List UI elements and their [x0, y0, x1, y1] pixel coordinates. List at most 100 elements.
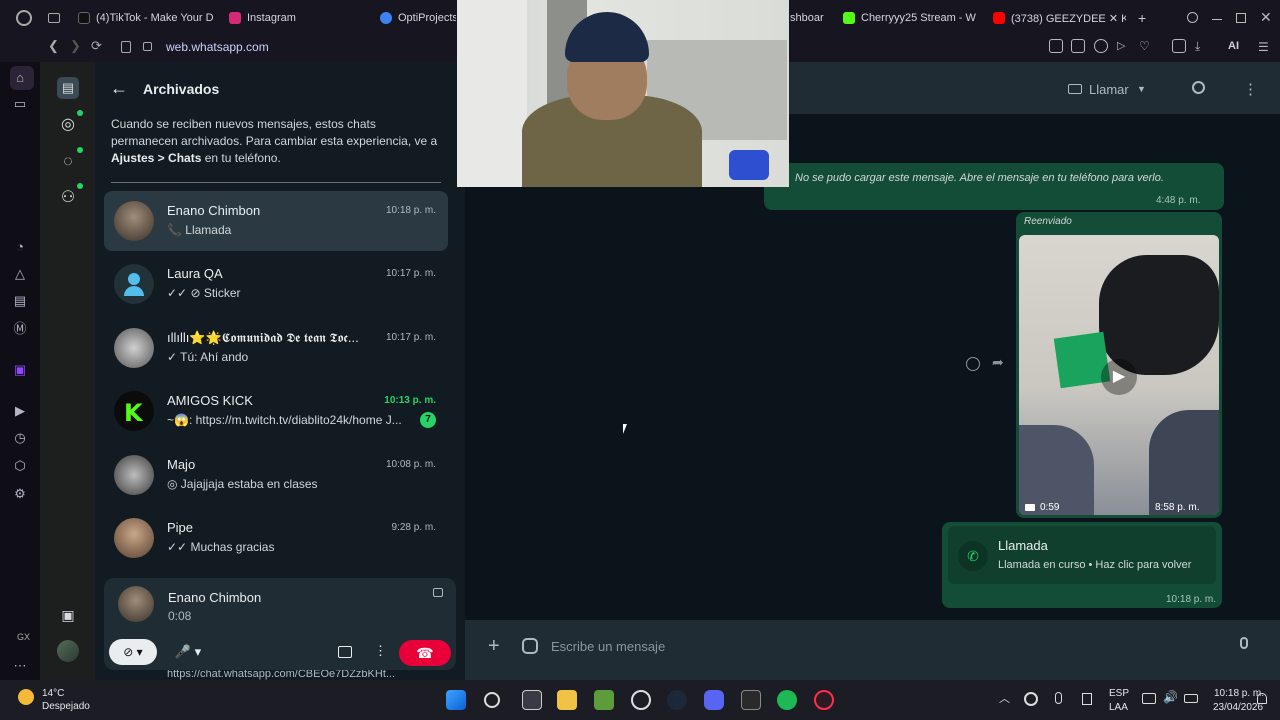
chat-name: AMIGOS KICK	[167, 393, 253, 408]
channels-icon[interactable]: ◌	[57, 151, 79, 173]
gaming-icon[interactable]: ▭	[12, 96, 28, 112]
message-bubble[interactable]	[764, 163, 1224, 210]
wallet-icon[interactable]	[1172, 39, 1186, 53]
notification-bell-icon[interactable]	[1257, 693, 1267, 704]
emoji-react-icon[interactable]	[966, 357, 980, 371]
tab-youtube[interactable]: (3738) GEEZYDEE ✕ KI	[993, 8, 1126, 28]
pin-icon[interactable]	[1049, 39, 1063, 53]
aria-icon[interactable]: ◔	[12, 239, 28, 255]
message-input[interactable]: Escribe un mensaje	[551, 639, 665, 654]
twitch-icon[interactable]: ▣	[12, 362, 28, 378]
opera-active-icon[interactable]	[814, 690, 834, 710]
opera-gx-taskbar-icon[interactable]	[631, 690, 651, 710]
battery-icon[interactable]	[1184, 694, 1198, 703]
chat-preview: ✓ Tú: Ahí ando	[167, 350, 249, 364]
microphone-icon[interactable]	[1240, 637, 1248, 649]
new-tab-icon[interactable]: +	[1138, 10, 1146, 26]
minecraft-icon[interactable]	[594, 690, 614, 710]
call-more-icon[interactable]: ⋮	[374, 643, 387, 659]
task-view-icon[interactable]	[522, 690, 542, 710]
status-icon[interactable]: ◎	[57, 114, 79, 136]
notes-icon[interactable]: ▤	[12, 293, 28, 309]
minimize-icon[interactable]	[1212, 19, 1222, 20]
discord-icon[interactable]	[704, 690, 724, 710]
volume-icon[interactable]: 🔊	[1163, 690, 1178, 704]
spotify-icon[interactable]	[777, 690, 797, 710]
network-icon[interactable]	[1142, 693, 1156, 704]
extensions-icon[interactable]: ⬡	[12, 458, 28, 474]
avatar	[114, 518, 154, 558]
history-icon[interactable]: ◷	[12, 430, 28, 446]
forward-nav-icon[interactable]: ❯	[70, 38, 81, 54]
epic-games-icon[interactable]	[741, 690, 761, 710]
flow-icon[interactable]: △	[12, 266, 28, 282]
more-icon[interactable]: ⋯	[12, 658, 28, 674]
settings-icon[interactable]: ⚙	[12, 486, 28, 502]
language-indicator[interactable]: ESP	[1109, 688, 1129, 699]
avatar	[114, 264, 154, 304]
chat-row-amigos-kick[interactable]: K AMIGOS KICK 10:13 p. m. ~😱: https://m.…	[104, 381, 448, 441]
chat-row-majo[interactable]: Majo 10:08 p. m. ◎ Jajajjaja estaba en c…	[104, 445, 448, 505]
sticker-emoji-icon[interactable]	[522, 638, 538, 654]
chat-row-laura[interactable]: Laura QA 10:17 p. m. ✓✓ ⊘ Sticker	[104, 254, 448, 314]
snapshot-icon[interactable]	[1071, 39, 1085, 53]
opera-logo-icon[interactable]	[16, 10, 32, 26]
tab-optiprojects[interactable]: OptiProjects	[380, 8, 456, 28]
kebab-menu-icon[interactable]: ⋮	[1243, 80, 1258, 98]
communities-icon[interactable]: ⚇	[57, 187, 79, 209]
search-icon[interactable]	[1192, 81, 1205, 94]
windows-start-icon[interactable]	[446, 690, 466, 710]
camera-off-button[interactable]: ⊘ ▾	[109, 639, 157, 665]
screen-share-icon[interactable]	[338, 646, 352, 658]
messenger-icon[interactable]: Ⓜ	[12, 321, 28, 337]
menu-icon[interactable]: ☰	[1258, 40, 1269, 54]
weather-icon[interactable]	[18, 689, 34, 705]
tray-mic-icon[interactable]	[1055, 692, 1062, 704]
call-dropdown[interactable]: Llamar	[1089, 82, 1129, 97]
chevron-up-icon[interactable]: ︿	[999, 690, 1010, 706]
chats-icon[interactable]: ▤	[57, 77, 79, 99]
tab-kick-stream[interactable]: Cherryyy25 Stream - W	[843, 8, 976, 28]
reload-icon[interactable]: ⟳	[91, 38, 102, 54]
webcam-overlay[interactable]	[457, 0, 789, 187]
heart-icon[interactable]: ♡	[1139, 39, 1153, 53]
play-icon[interactable]: ▶	[1101, 359, 1137, 395]
player-icon[interactable]: ▷	[1117, 39, 1131, 53]
chat-row-pipe[interactable]: Pipe 9:28 p. m. ✓✓ Muchas gracias	[104, 508, 448, 568]
maximize-icon[interactable]	[1236, 13, 1246, 23]
adblock-icon[interactable]	[1094, 39, 1108, 53]
media-icon[interactable]: ▣	[57, 604, 79, 626]
file-explorer-icon[interactable]	[557, 690, 577, 710]
chat-row-comunidad[interactable]: ıllıllı⭐🌟𝕮𝖔𝖒𝖚𝖓𝖎𝖉𝖆𝖉 𝕯𝖊 𝖙𝖊𝖆𝖓 𝕿𝖔𝖈... 10:17 …	[104, 318, 448, 378]
search-tabs-icon[interactable]	[1187, 12, 1198, 23]
forward-icon[interactable]: ➦	[992, 354, 1004, 371]
video-call-icon[interactable]	[1068, 84, 1082, 94]
download-icon[interactable]: ⤓	[1195, 39, 1209, 53]
player-sidebar-icon[interactable]: ▶	[12, 403, 28, 419]
tab-instagram[interactable]: Instagram	[229, 8, 359, 28]
tab-tiktok[interactable]: (4)TikTok - Make Your D	[78, 8, 213, 28]
tab-dashboard[interactable]: shboar	[790, 8, 830, 28]
clock-date[interactable]: 23/04/2026	[1213, 702, 1263, 713]
url-field[interactable]: web.whatsapp.com	[166, 40, 269, 54]
video-duration: 0:59	[1040, 502, 1060, 513]
profile-avatar[interactable]	[57, 640, 79, 662]
tray-app-icon[interactable]	[1024, 692, 1038, 706]
end-call-button[interactable]: ☎	[399, 640, 451, 666]
steam-icon[interactable]	[667, 690, 687, 710]
mic-button[interactable]: 🎤 ▾	[166, 639, 210, 665]
tray-usb-icon[interactable]	[1082, 693, 1092, 705]
call-message-card[interactable]	[948, 526, 1216, 584]
close-window-icon[interactable]: ✕	[1260, 9, 1272, 26]
back-arrow-icon[interactable]: ←	[110, 78, 128, 99]
back-nav-icon[interactable]: ❮	[48, 38, 59, 54]
page-icon[interactable]	[121, 41, 131, 53]
keyboard-layout[interactable]: LAA	[1109, 702, 1128, 713]
search-taskbar-icon[interactable]	[484, 692, 500, 708]
tab-overview-icon[interactable]	[48, 13, 60, 23]
attach-plus-icon[interactable]: +	[488, 635, 500, 658]
ai-button[interactable]: AI	[1228, 40, 1239, 52]
home-glyph-icon: ⌂	[16, 70, 24, 85]
chat-row-enano[interactable]: Enano Chimbon 10:18 p. m. 📞 Llamada	[104, 191, 448, 251]
video-thumbnail[interactable]: ▶	[1019, 235, 1219, 515]
